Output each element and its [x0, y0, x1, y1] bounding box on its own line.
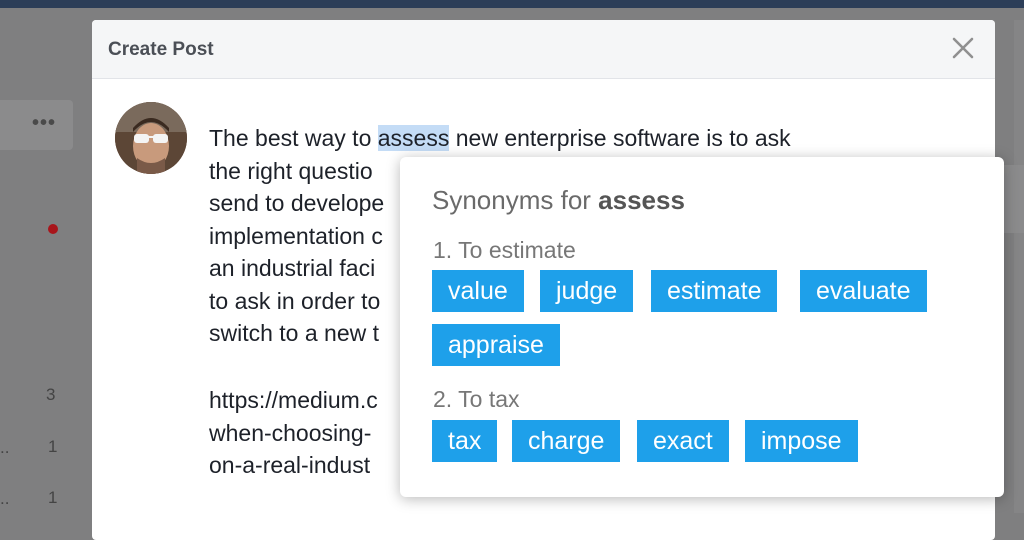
- synonyms-title: Synonyms for assess: [432, 185, 685, 215]
- link-line: when-choosing-: [209, 419, 372, 446]
- background-count: 1: [48, 437, 58, 456]
- background-count: 3: [46, 385, 56, 404]
- background-sidebar: [1014, 20, 1024, 513]
- post-link[interactable]: https://medium.c when-choosing- on-a-rea…: [209, 384, 378, 482]
- synonym-chip-evaluate[interactable]: evaluate: [800, 270, 927, 312]
- sense-label: 1. To estimate: [433, 237, 576, 263]
- more-options-icon[interactable]: •••: [32, 112, 56, 135]
- synonym-chip-exact[interactable]: exact: [637, 420, 729, 462]
- post-line: The best way to assess new enterprise so…: [209, 125, 791, 151]
- notification-dot: [48, 224, 58, 234]
- synonym-chip-judge[interactable]: judge: [540, 270, 634, 312]
- close-icon[interactable]: [949, 34, 977, 62]
- synonym-chip-tax[interactable]: tax: [432, 420, 498, 462]
- synonym-chip-estimate[interactable]: estimate: [651, 270, 778, 312]
- synonym-chip-appraise[interactable]: appraise: [432, 324, 560, 366]
- selected-word[interactable]: assess: [377, 125, 450, 151]
- avatar: [115, 102, 187, 174]
- link-line: on-a-real-indust: [209, 452, 371, 478]
- synonym-chip-charge[interactable]: charge: [512, 420, 621, 462]
- modal-title: Create Post: [108, 39, 214, 60]
- top-navigation-bar: [0, 0, 1024, 8]
- synonyms-word: assess: [598, 185, 685, 215]
- background-count: 1: [48, 488, 58, 507]
- background-ellipsis: ..: [0, 489, 10, 508]
- synonym-chip-impose[interactable]: impose: [745, 420, 858, 462]
- modal-header: Create Post: [92, 20, 995, 79]
- synonyms-popup: Synonyms for assess 1. To estimate value…: [400, 157, 1004, 497]
- sense-label: 2. To tax: [433, 386, 520, 412]
- synonym-chip-value[interactable]: value: [432, 270, 524, 312]
- link-line: https://medium.c: [209, 387, 378, 413]
- background-ellipsis: ..: [0, 438, 10, 457]
